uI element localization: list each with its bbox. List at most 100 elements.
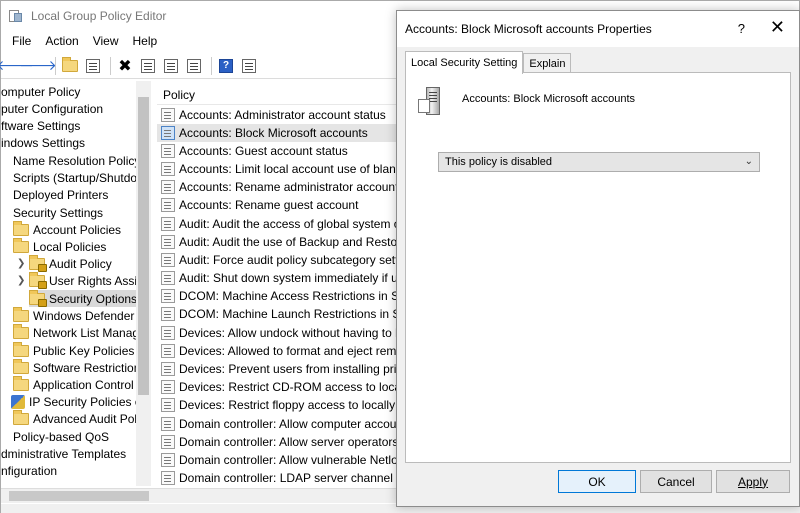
properties-icon[interactable]: [138, 56, 158, 76]
tree-item[interactable]: IP Security Policies o: [11, 393, 142, 410]
table-row[interactable]: Accounts: Limit local account use of bla…: [157, 160, 401, 178]
dialog-close-icon[interactable]: ✕: [770, 18, 785, 36]
chevron-right-icon[interactable]: ❯: [17, 275, 27, 286]
forward-arrow-icon[interactable]: 🡒: [19, 56, 57, 76]
table-row[interactable]: Devices: Restrict CD-ROM access to local…: [157, 378, 401, 396]
tree-item[interactable]: Name Resolution Policy: [13, 152, 140, 169]
table-row[interactable]: Devices: Prevent users from installing p…: [157, 360, 401, 378]
tree-item[interactable]: Local Policies: [13, 237, 106, 255]
table-row-selected[interactable]: Accounts: Block Microsoft accounts: [157, 124, 401, 142]
tree-item[interactable]: Account Policies: [13, 220, 121, 238]
tree-item[interactable]: nfiguration: [1, 462, 57, 479]
up-folder-icon[interactable]: [60, 56, 80, 76]
table-row[interactable]: Domain controller: Allow vulnerable Netl…: [157, 451, 401, 469]
table-row[interactable]: Accounts: Guest account status: [157, 142, 401, 160]
table-row[interactable]: Accounts: Administrator account status: [157, 106, 401, 124]
tree-item[interactable]: Advanced Audit Poli: [13, 409, 140, 427]
policy-item-icon: [161, 307, 175, 321]
policy-item-icon: [161, 435, 175, 449]
tab-local-security-setting[interactable]: Local Security Setting: [405, 51, 524, 74]
policy-item-icon: [161, 289, 175, 303]
table-row[interactable]: Accounts: Rename guest account: [157, 196, 401, 214]
dialog-tabs: Local Security Setting Explain: [405, 51, 572, 74]
apply-button[interactable]: Apply: [716, 470, 790, 493]
policy-item-icon: [161, 344, 175, 358]
table-row[interactable]: Audit: Shut down system immediately if u…: [157, 269, 401, 287]
ip-security-icon: [11, 394, 25, 409]
tree-item[interactable]: Scripts (Startup/Shutdov: [13, 169, 143, 186]
policy-folder-icon: [29, 271, 47, 289]
cancel-button[interactable]: Cancel: [640, 470, 712, 493]
chevron-down-icon: ⌄: [744, 156, 753, 167]
show-hide-tree-icon[interactable]: [83, 56, 103, 76]
folder-icon: [13, 220, 29, 236]
folder-icon: [13, 341, 29, 357]
table-row[interactable]: Audit: Audit the use of Backup and Resto…: [157, 233, 401, 251]
policy-item-icon: [161, 217, 175, 231]
tree-item[interactable]: indows Settings: [1, 134, 85, 151]
dialog-titlebar[interactable]: Accounts: Block Microsoft accounts Prope…: [397, 11, 799, 47]
dialog-help-button[interactable]: ?: [738, 21, 745, 36]
table-row[interactable]: Devices: Allow undock without having to …: [157, 324, 401, 342]
help-icon[interactable]: ?: [216, 56, 236, 76]
tree-item-security-options[interactable]: Security Options: [29, 289, 142, 307]
delete-x-icon[interactable]: ✖: [115, 56, 135, 76]
column-header-policy[interactable]: Policy: [157, 85, 401, 105]
policy-item-icon: [161, 362, 175, 376]
menu-view[interactable]: View: [86, 34, 126, 48]
policy-item-icon: [161, 417, 175, 431]
table-row[interactable]: Domain controller: LDAP server channel b…: [157, 469, 401, 486]
tree-item[interactable]: ❯ User Rights Assig: [17, 271, 144, 289]
tree-item[interactable]: Network List Manag: [13, 323, 139, 341]
table-row[interactable]: DCOM: Machine Access Restrictions in Sec…: [157, 287, 401, 305]
policy-properties-dialog: Accounts: Block Microsoft accounts Prope…: [396, 10, 800, 507]
policy-item-icon: [161, 162, 175, 176]
tree-item[interactable]: ❯ Audit Policy: [17, 254, 112, 272]
policy-name-label: Accounts: Block Microsoft accounts: [462, 93, 636, 105]
tree-item[interactable]: omputer Policy: [1, 83, 80, 100]
refresh-icon[interactable]: [161, 56, 181, 76]
horizontal-scroll-thumb[interactable]: [9, 491, 149, 501]
table-row[interactable]: Domain controller: Allow computer accoun: [157, 415, 401, 433]
policy-folder-icon: [29, 289, 47, 307]
menu-file[interactable]: File: [5, 34, 38, 48]
table-row[interactable]: DCOM: Machine Launch Restrictions in Sec: [157, 305, 401, 323]
table-row[interactable]: Audit: Audit the access of global system…: [157, 215, 401, 233]
table-row[interactable]: Devices: Allowed to format and eject rem…: [157, 342, 401, 360]
folder-icon: [13, 237, 29, 253]
policy-item-icon: [161, 253, 175, 267]
table-row[interactable]: Devices: Restrict floppy access to local…: [157, 396, 401, 414]
tree-item[interactable]: Policy-based QoS: [13, 428, 109, 445]
folder-icon: [13, 409, 29, 425]
tree-item[interactable]: ftware Settings: [1, 117, 80, 134]
menu-help[interactable]: Help: [126, 34, 165, 48]
tree-item[interactable]: Windows Defender F: [13, 306, 145, 324]
policy-item-icon: [161, 235, 175, 249]
table-row[interactable]: Accounts: Rename administrator account: [157, 178, 401, 196]
tree-item[interactable]: dministrative Templates: [1, 445, 126, 462]
policy-item-icon: [161, 271, 175, 285]
tree-item[interactable]: Security Settings: [13, 204, 103, 221]
tab-explain[interactable]: Explain: [523, 53, 572, 74]
tree-item[interactable]: Public Key Policies: [13, 341, 134, 359]
folder-icon: [13, 306, 29, 322]
tree-item[interactable]: Deployed Printers: [13, 186, 108, 203]
table-row[interactable]: Audit: Force audit policy subcategory se…: [157, 251, 401, 269]
policy-folder-icon: [29, 254, 47, 272]
menu-action[interactable]: Action: [38, 34, 85, 48]
tree-scroll-thumb[interactable]: [138, 97, 149, 395]
table-row[interactable]: Domain controller: Allow server operator…: [157, 433, 401, 451]
tree-item[interactable]: Application Control I: [13, 375, 140, 393]
ok-button[interactable]: OK: [558, 470, 636, 493]
policy-list: Policy Accounts: Administrator account s…: [157, 81, 401, 486]
tree-item[interactable]: puter Configuration: [1, 100, 103, 117]
policy-item-icon: [161, 180, 175, 194]
export-list-icon[interactable]: [184, 56, 204, 76]
policy-item-icon: [161, 398, 175, 412]
view-details-icon[interactable]: [239, 56, 259, 76]
policy-item-icon: [161, 453, 175, 467]
tree-item[interactable]: Software Restriction: [13, 358, 140, 376]
folder-icon: [13, 375, 29, 391]
policy-setting-dropdown[interactable]: This policy is disabled ⌄: [438, 152, 760, 172]
chevron-right-icon[interactable]: ❯: [17, 258, 27, 269]
